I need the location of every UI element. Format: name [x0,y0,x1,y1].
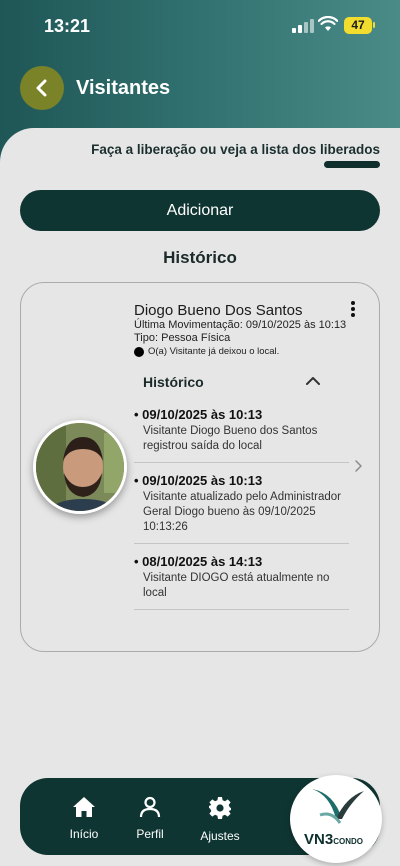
nav-label: Início [69,827,99,841]
visitor-card[interactable]: Diogo Bueno Dos Santos Última Movimentaç… [20,282,380,652]
status-text: O(a) Visitante já deixou o local. [148,346,280,357]
gear-icon [209,797,231,819]
home-icon [73,797,95,817]
history-label: Histórico [143,374,204,390]
chevron-left-icon [36,79,47,97]
main-content: Faça a liberação ou veja a lista dos lib… [0,128,400,866]
history-item: 09/10/2025 às 10:13 Visitante Diogo Buen… [134,397,349,463]
logo-sub: CONDO [333,837,363,846]
nav-label: Ajustes [200,829,240,843]
history-date: 09/10/2025 às 10:13 [134,473,349,488]
visitor-name: Diogo Bueno Dos Santos [134,302,303,319]
nav-label: Perfil [136,827,164,841]
logo-main: VN3 [304,831,334,848]
visitor-type: Tipo: Pessoa Física [134,332,231,344]
subtitle: Faça a liberação ou veja a lista dos lib… [91,142,380,157]
nav-item-ajustes[interactable]: Ajustes [190,796,250,843]
vn3-logo: VN3CONDO [290,775,382,863]
battery-tip [373,22,375,28]
status-time: 13:21 [44,16,91,36]
user-icon [139,796,161,818]
history-date: 09/10/2025 às 10:13 [134,407,349,422]
signal-icon [292,19,314,33]
visitor-status: O(a) Visitante já deixou o local. [134,346,279,357]
history-text: Visitante atualizado pelo Administrador … [143,491,341,533]
logo-text: VN3CONDO [304,831,363,848]
history-text: Visitante DIOGO está atualmente no local [143,572,330,599]
chevron-up-icon[interactable] [305,374,321,392]
nav-item-inicio[interactable]: Início [54,796,114,841]
wifi-icon [317,15,339,37]
status-bar: 13:21 47 [0,0,400,54]
logo-mark-icon [312,789,364,824]
history-list: 09/10/2025 às 10:13 Visitante Diogo Buen… [134,397,349,610]
history-date: 08/10/2025 às 14:13 [134,554,349,569]
more-vertical-icon[interactable] [347,299,359,319]
last-movement: Última Movimentação: 09/10/2025 às 10:13 [134,319,347,331]
section-title: Histórico [163,248,237,267]
avatar [33,420,127,514]
history-item: 08/10/2025 às 14:13 Visitante DIOGO está… [134,544,349,610]
add-button[interactable]: Adicionar [20,190,380,231]
back-button[interactable] [20,66,64,110]
page-title: Visitantes [76,77,171,99]
nav-item-perfil[interactable]: Perfil [120,796,180,841]
battery-badge: 47 [344,17,372,34]
subtitle-underline [324,161,380,168]
history-text: Visitante Diogo Bueno dos Santos registr… [143,425,318,452]
chevron-right-icon[interactable] [353,459,363,478]
history-item: 09/10/2025 às 10:13 Visitante atualizado… [134,463,349,544]
status-dot [134,346,144,357]
